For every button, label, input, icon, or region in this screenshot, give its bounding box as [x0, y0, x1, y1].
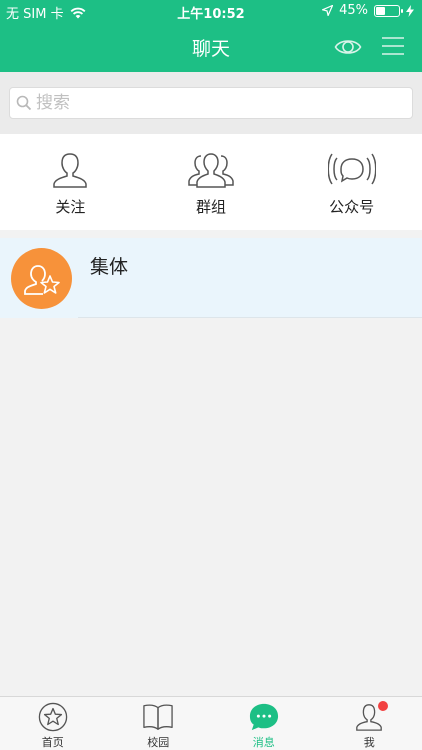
charging-bolt-icon: [406, 4, 414, 17]
notification-badge: [377, 701, 388, 711]
battery-icon: [374, 4, 403, 17]
tab-label: 校园: [147, 736, 170, 749]
search-input[interactable]: [36, 93, 396, 113]
quick-action-label: 关注: [55, 198, 86, 216]
tab-messages[interactable]: 消息: [211, 697, 317, 750]
person-star-icon: [23, 264, 60, 295]
chat-bubble-icon: [249, 703, 278, 731]
tab-campus[interactable]: 校园: [106, 697, 212, 750]
menu-icon[interactable]: [380, 34, 406, 58]
person-icon: [53, 153, 88, 188]
quick-action-label: 群组: [196, 198, 227, 216]
quick-action-follow[interactable]: 关注: [0, 134, 141, 230]
tab-bar: 首页 校园 消息 我: [0, 696, 422, 750]
location-arrow-icon: [322, 5, 334, 16]
row-divider: [78, 317, 422, 318]
tab-label: 首页: [41, 736, 64, 749]
status-bar: 无 SIM 卡 上午10:52 45%: [0, 0, 422, 22]
group-icon: [188, 153, 234, 188]
broadcast-icon: [327, 153, 376, 185]
section-divider: [0, 230, 422, 238]
eye-icon[interactable]: [334, 35, 362, 59]
tab-label: 消息: [252, 736, 275, 749]
quick-action-label: 公众号: [329, 198, 375, 216]
book-icon: [143, 704, 173, 730]
tab-label: 我: [363, 736, 375, 749]
conversation-item[interactable]: 集体: [0, 238, 422, 318]
search-box[interactable]: [9, 87, 413, 119]
battery-percent: 45%: [339, 3, 368, 18]
search-area: [0, 72, 422, 134]
avatar: [11, 248, 72, 309]
search-icon: [16, 95, 32, 111]
quick-actions: 关注 群组 公众号: [0, 134, 422, 230]
navigation-bar: 聊天: [0, 22, 422, 72]
tab-me[interactable]: 我: [317, 697, 422, 750]
conversation-name: 集体: [90, 256, 129, 278]
tab-home[interactable]: 首页: [0, 697, 106, 750]
quick-action-official-accounts[interactable]: 公众号: [281, 134, 422, 230]
quick-action-groups[interactable]: 群组: [141, 134, 282, 230]
star-icon: [38, 702, 67, 732]
